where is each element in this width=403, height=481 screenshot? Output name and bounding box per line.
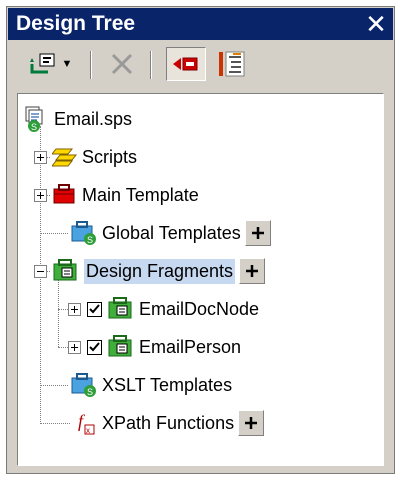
tree-item-label: Global Templates <box>102 222 241 243</box>
design-tree-panel: Design Tree ✕ ▼ S Email.sps Scripts Main… <box>6 6 395 474</box>
tree-item-label: Main Template <box>82 184 199 205</box>
delete-button[interactable] <box>104 47 140 81</box>
delete-icon <box>111 53 133 75</box>
add-global-template-button[interactable] <box>244 220 271 246</box>
expand-emaildocnode-toggle[interactable] <box>68 303 81 316</box>
svg-text:S: S <box>87 387 93 397</box>
tree-connector <box>58 309 68 310</box>
main-template-icon <box>53 184 75 204</box>
sync-tree-icon <box>173 57 198 71</box>
expand-emailperson-toggle[interactable] <box>68 341 81 354</box>
sps-file-icon: S <box>25 106 43 132</box>
fragment-icon <box>108 297 132 319</box>
expand-main-template-toggle[interactable] <box>34 189 47 202</box>
plus-icon <box>245 417 258 429</box>
tree-connector <box>58 278 59 347</box>
tree-item-design-fragments[interactable]: Design Fragments <box>52 254 266 288</box>
fragment-icon <box>108 335 132 357</box>
toggle-view-button[interactable] <box>214 47 250 81</box>
design-tree: S Email.sps Scripts Main Template S Glob… <box>17 93 384 466</box>
add-xpath-function-button[interactable] <box>238 410 265 436</box>
tree-item-emailperson[interactable]: EmailPerson <box>87 330 241 364</box>
tree-item-label: EmailDocNode <box>139 298 260 319</box>
tree-item-scripts[interactable]: Scripts <box>52 140 137 174</box>
tree-connector <box>40 233 68 234</box>
tree-connector <box>40 423 70 424</box>
checkmark-icon <box>89 303 100 313</box>
xpath-functions-icon: f x <box>78 411 95 435</box>
sync-tree-button[interactable] <box>166 47 206 81</box>
expand-scripts-toggle[interactable] <box>34 151 47 164</box>
plus-icon <box>246 265 259 277</box>
tree-item-main-template[interactable]: Main Template <box>52 178 199 212</box>
global-templates-icon: S <box>71 221 96 245</box>
scripts-icon <box>52 148 78 167</box>
close-icon[interactable]: ✕ <box>363 10 389 38</box>
panel-title: Design Tree <box>16 12 136 35</box>
xslt-templates-icon: S <box>71 373 96 397</box>
tree-item-emaildocnode[interactable]: EmailDocNode <box>87 292 259 326</box>
tree-item-label: XPath Functions <box>102 412 235 433</box>
toggle-view-icon <box>219 51 245 77</box>
add-design-fragment-button[interactable] <box>239 258 266 284</box>
collapse-design-fragments-toggle[interactable] <box>34 265 47 278</box>
svg-text:S: S <box>87 235 93 245</box>
tree-item-xpath-functions[interactable]: f x XPath Functions <box>74 406 265 440</box>
svg-text:x: x <box>86 426 90 435</box>
plus-icon <box>251 227 264 239</box>
tree-item-label: Design Fragments <box>84 258 236 284</box>
emailperson-checkbox[interactable] <box>87 339 102 355</box>
design-fragments-icon <box>53 259 77 281</box>
title-bar: Design Tree ✕ <box>8 8 393 40</box>
tree-item-global-templates[interactable]: S Global Templates <box>70 216 271 250</box>
tree-root-email-sps[interactable]: S Email.sps <box>24 102 132 136</box>
tree-item-xslt-templates[interactable]: S XSLT Templates <box>70 368 232 402</box>
tree-item-label: XSLT Templates <box>102 374 233 395</box>
add-component-icon <box>29 53 55 74</box>
tree-root-label: Email.sps <box>54 108 133 129</box>
tree-item-label: Scripts <box>82 146 138 167</box>
toolbar: ▼ <box>8 41 393 87</box>
tree-item-label: EmailPerson <box>139 336 242 357</box>
svg-text:S: S <box>31 122 37 132</box>
tree-connector <box>40 385 68 386</box>
toolbar-separator <box>150 51 152 79</box>
emaildocnode-checkbox[interactable] <box>87 301 102 317</box>
tree-connector <box>58 347 68 348</box>
checkmark-icon <box>89 341 100 351</box>
add-component-button[interactable]: ▼ <box>22 47 78 81</box>
chevron-down-icon[interactable]: ▼ <box>62 58 73 70</box>
toolbar-separator <box>90 51 92 79</box>
